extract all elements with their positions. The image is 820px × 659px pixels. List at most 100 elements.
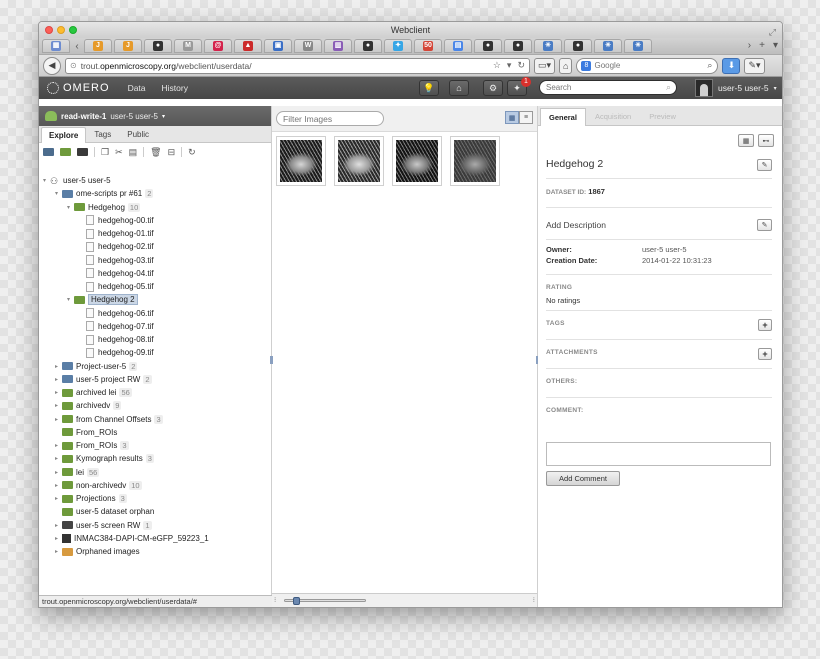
tree-item[interactable]: hedgehog-06.tif [79, 307, 154, 320]
browser-tab[interactable]: W [294, 39, 322, 53]
tree-item[interactable]: ▸ Orphaned images [55, 545, 140, 558]
expanded-arrow-icon[interactable]: ▾ [55, 190, 62, 197]
browser-tab[interactable]: ✳ [624, 39, 652, 53]
collapsed-arrow-icon[interactable]: ▸ [55, 548, 62, 555]
list-view-icon[interactable]: ≡ [519, 111, 533, 124]
nav-data-link[interactable]: Data [128, 83, 146, 93]
tree-item[interactable]: ▾ Hedgehog 10 [67, 201, 141, 214]
zoom-window-button[interactable] [69, 26, 77, 34]
address-bar[interactable]: ⊙ trout. openmicroscopy.org/webclient/use… [65, 57, 530, 74]
tab-acquisition[interactable]: Acquisition [586, 107, 640, 125]
collapsed-arrow-icon[interactable]: ▸ [55, 389, 62, 396]
browser-tab[interactable]: ▤ [444, 39, 472, 53]
tab-scroll-right-icon[interactable]: › [748, 40, 751, 51]
omero-logo[interactable]: OMERO [47, 82, 110, 94]
tree-item[interactable]: hedgehog-07.tif [79, 320, 154, 333]
browser-tab[interactable]: @ [204, 39, 232, 53]
tab-list-icon[interactable]: ▾ [773, 40, 778, 51]
reload-icon[interactable]: ↻ [517, 60, 525, 71]
browser-tab[interactable]: ● [474, 39, 502, 53]
tree-item[interactable]: ▸ user-5 screen RW 1 [55, 519, 152, 532]
tree-item[interactable]: hedgehog-00.tif [79, 214, 154, 227]
browser-tab[interactable]: ● [504, 39, 532, 53]
help-button[interactable]: 💡 [419, 80, 439, 96]
close-window-button[interactable] [45, 26, 53, 34]
new-tab-icon[interactable]: + [759, 40, 765, 51]
grid-icon[interactable]: ▦ [738, 134, 754, 147]
basket-button[interactable]: ⌂ [449, 80, 469, 96]
collapsed-arrow-icon[interactable]: ▸ [55, 416, 62, 423]
tree-item[interactable]: hedgehog-02.tif [79, 240, 154, 253]
add-comment-button[interactable]: Add Comment [546, 471, 620, 486]
nav-history-link[interactable]: History [162, 83, 188, 93]
cut-icon[interactable]: ✂ [115, 147, 123, 158]
download-button[interactable]: ⬇ [722, 57, 741, 74]
collapsed-arrow-icon[interactable]: ▸ [55, 535, 62, 542]
image-thumbnail[interactable] [392, 136, 442, 186]
tab-general[interactable]: General [540, 108, 586, 126]
left-splitter-handle[interactable] [270, 356, 273, 364]
add-description[interactable]: Add Description [546, 220, 606, 230]
collapse-left-icon[interactable]: ⁝ [274, 596, 276, 604]
scripts-button[interactable]: ⚙ [483, 80, 503, 96]
browser-tab[interactable]: J [84, 39, 112, 53]
bookmark-star-icon[interactable]: ☆ [493, 60, 501, 71]
tree-item[interactable]: ▸ INMAC384-DAPI-CM-eGFP_59223_1 [55, 532, 209, 545]
new-dataset-icon[interactable] [60, 148, 71, 156]
collapsed-arrow-icon[interactable]: ▸ [55, 482, 62, 489]
browser-tab[interactable]: 50 [414, 39, 442, 53]
collapse-right-icon[interactable]: ⁝ [533, 596, 535, 604]
collapsed-arrow-icon[interactable]: ▸ [55, 402, 62, 409]
browser-tab[interactable]: ● [144, 39, 172, 53]
activities-button[interactable]: ✦ 1 [507, 77, 531, 96]
dropdown-arrow-icon[interactable]: ▾ [507, 60, 512, 71]
refresh-icon[interactable]: ↻ [188, 147, 196, 158]
comment-input[interactable] [546, 442, 771, 466]
tree-item[interactable]: ▸ from Channel Offsets 3 [55, 413, 163, 426]
add-attachment-button[interactable]: + [758, 348, 772, 360]
omero-search-input[interactable]: Search ⌕ [539, 80, 677, 95]
tab-public[interactable]: Public [119, 126, 157, 142]
browser-tab[interactable]: ✳ [534, 39, 562, 53]
tab-explore[interactable]: Explore [41, 127, 87, 143]
collapsed-arrow-icon[interactable]: ▸ [55, 363, 62, 370]
tree-item[interactable]: ▸ user-5 project RW 2 [55, 373, 152, 386]
image-thumbnail[interactable] [450, 136, 500, 186]
tab-preview[interactable]: Preview [640, 107, 685, 125]
grid-view-icon[interactable]: ▦ [505, 111, 519, 124]
zoom-slider[interactable] [284, 597, 366, 605]
tree-item[interactable]: ▸ lei 56 [55, 466, 100, 479]
tree-item[interactable]: hedgehog-05.tif [79, 280, 154, 293]
link-icon[interactable]: ⊷ [758, 134, 774, 147]
new-project-icon[interactable] [43, 148, 54, 156]
tree-item[interactable]: ▸ archived lei 56 [55, 386, 132, 399]
collapsed-arrow-icon[interactable]: ▸ [55, 376, 62, 383]
tab-tags[interactable]: Tags [86, 126, 119, 142]
tab-scroll-left-icon[interactable]: ‹ [72, 41, 82, 52]
edit-name-button[interactable]: ✎ [757, 159, 772, 171]
group-selector[interactable]: read-write-1 user-5 user-5 ▾ [39, 106, 271, 126]
tree-item[interactable]: hedgehog-03.tif [79, 254, 154, 267]
browser-tab[interactable]: J [114, 39, 142, 53]
delete-all-icon[interactable]: ⊟ [168, 147, 176, 158]
tree-item[interactable]: hedgehog-09.tif [79, 346, 154, 359]
browser-tab[interactable]: ✦ [384, 39, 412, 53]
image-thumbnail[interactable] [276, 136, 326, 186]
tree-item[interactable]: ▸ Project-user-5 2 [55, 360, 138, 373]
new-screen-icon[interactable] [77, 148, 88, 156]
browser-tab[interactable]: ▥ [324, 39, 352, 53]
collapsed-arrow-icon[interactable]: ▸ [55, 495, 62, 502]
collapsed-arrow-icon[interactable]: ▸ [55, 442, 62, 449]
tree-item[interactable]: ▾ ome-scripts pr #61 2 [55, 187, 154, 200]
search-icon[interactable]: ⌕ [707, 60, 712, 71]
image-thumbnail[interactable] [334, 136, 384, 186]
expanded-arrow-icon[interactable]: ▾ [67, 296, 74, 303]
tree-item[interactable]: hedgehog-01.tif [79, 227, 154, 240]
google-search-field[interactable]: 8 Google ⌕ [576, 57, 719, 74]
browser-tab[interactable]: ● [354, 39, 382, 53]
tree-item[interactable]: ▸ Kymograph results 3 [55, 452, 154, 465]
collapsed-arrow-icon[interactable]: ▸ [55, 455, 62, 462]
tree-item[interactable]: ▸ archivedv 9 [55, 399, 122, 412]
tree-item[interactable]: ▸ From_ROIs 3 [55, 439, 129, 452]
browser-tab[interactable]: ▦ [42, 39, 70, 53]
